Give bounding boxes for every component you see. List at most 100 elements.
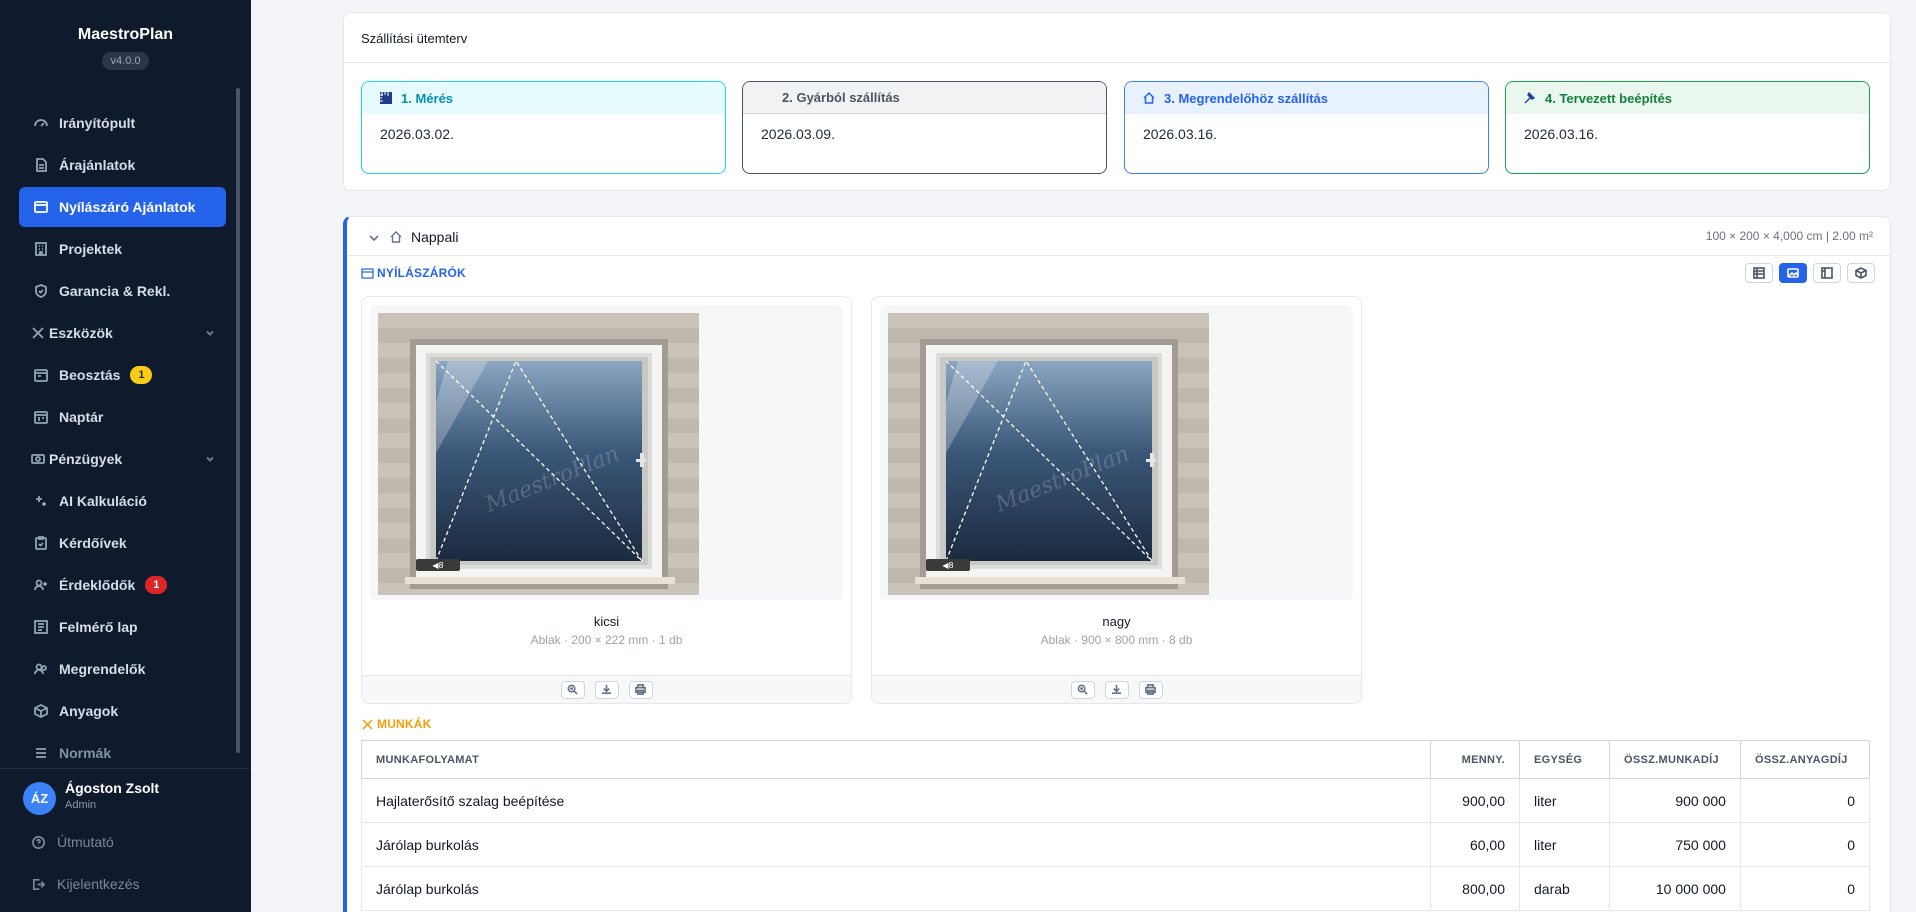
tools-icon: [362, 718, 373, 730]
ruler-icon: [380, 92, 392, 104]
window-meta: Ablak · 200 × 222 mm · 1 db: [530, 633, 683, 647]
sidebar-item-warranty[interactable]: Garancia & Rekl.: [19, 271, 226, 311]
table-row[interactable]: Hajlaterősítő szalag beépítése 900,00 li…: [360, 778, 1871, 823]
room-header[interactable]: Nappali 100 × 200 × 4,000 cm | 2.00 m²: [347, 217, 1890, 256]
sidebar-item-tools[interactable]: Eszközök: [19, 313, 226, 353]
window-icon: [32, 198, 50, 216]
column-header[interactable]: MUNKAFOLYAMAT: [360, 740, 1432, 779]
box-icon: [32, 702, 50, 720]
sidebar-item-survey-sheet[interactable]: Felmérő lap: [19, 607, 226, 647]
print-icon: [635, 684, 646, 695]
user-panel[interactable]: ÁZ Ágoston Zsolt Admin: [0, 768, 251, 815]
step-factory-shipping[interactable]: 2. Gyárból szállítás 2026.03.09.: [742, 81, 1107, 174]
window-image[interactable]: ◀8 MaestroPlan: [888, 313, 1209, 595]
sidebar-item-label: Eszközök: [49, 325, 113, 341]
window-actions: [362, 675, 851, 703]
table-icon: [1753, 267, 1765, 279]
step-header: 2. Gyárból szállítás: [743, 82, 1106, 114]
sidebar-item-label: Árajánlatok: [59, 157, 136, 173]
sidebar-item-dashboard[interactable]: Irányítópult: [19, 103, 226, 143]
cell-qty: 900,00: [1430, 778, 1520, 823]
windows-section-label: NYÍLÁSZÁRÓK: [361, 266, 466, 280]
chevron-down-icon[interactable]: [368, 232, 380, 244]
sidebar-item-norms[interactable]: Normák: [19, 733, 226, 773]
calendar-icon: [32, 408, 50, 426]
app-name: MaestroPlan: [77, 26, 174, 43]
cube-icon: [1855, 267, 1867, 279]
step-measurement[interactable]: 1. Mérés 2026.03.02.: [361, 81, 726, 174]
step-label: 1. Mérés: [401, 90, 454, 106]
sidebar-item-window-quotes[interactable]: Nyílászáró Ajánlatok: [19, 187, 226, 227]
works-label: MUNKÁK: [377, 717, 432, 731]
sidebar-item-label: Irányítópult: [59, 115, 136, 131]
sidebar-item-label: Érdeklődők: [59, 577, 136, 593]
schedule-title: Szállítási ütemterv: [361, 31, 468, 46]
window-icon: [361, 267, 374, 279]
column-header[interactable]: ÖSSZ.ANYAGDÍJ: [1739, 740, 1871, 779]
step-customer-delivery[interactable]: 3. Megrendelőhöz szállítás 2026.03.16.: [1124, 81, 1489, 174]
table-view-button[interactable]: [1745, 263, 1773, 283]
logout-icon: [32, 878, 46, 890]
step-label: 4. Tervezett beépítés: [1545, 90, 1672, 106]
step-planned-installation[interactable]: 4. Tervezett beépítés 2026.03.16.: [1505, 81, 1870, 174]
download-button[interactable]: [1104, 680, 1129, 699]
building-icon: [32, 240, 50, 258]
table-row[interactable]: Járólap burkolás 60,00 liter 750 000 0: [360, 822, 1871, 867]
sidebar-item-customers[interactable]: Megrendelők: [19, 649, 226, 689]
column-header[interactable]: EGYSÉG: [1519, 740, 1610, 779]
schedule-count-badge: 1: [130, 366, 153, 384]
column-header[interactable]: MENNY.: [1430, 740, 1520, 779]
window-name: nagy: [1102, 614, 1131, 629]
tools-icon: [29, 324, 47, 342]
zoom-in-icon: [1077, 684, 1088, 695]
plan-view-button[interactable]: [1813, 263, 1841, 283]
help-icon: [32, 835, 45, 849]
image-icon: [1787, 268, 1799, 278]
guide-link[interactable]: Útmutató: [31, 834, 114, 850]
works-table: MUNKAFOLYAMAT MENNY. EGYSÉG ÖSSZ.MUNKADÍ…: [360, 740, 1871, 911]
step-label: 2. Gyárból szállítás: [782, 90, 900, 105]
chevron-down-icon[interactable]: [204, 326, 216, 338]
money-icon: [29, 450, 47, 468]
factory-icon: [760, 91, 774, 105]
download-button[interactable]: [594, 680, 619, 699]
hammer-icon: [1524, 91, 1536, 104]
zoom-button[interactable]: [560, 680, 585, 699]
sidebar-item-schedule[interactable]: Beosztás 1: [19, 355, 226, 395]
schedule-icon: [32, 366, 50, 384]
chevron-down-icon[interactable]: [204, 452, 216, 464]
sidebar-item-materials[interactable]: Anyagok: [19, 691, 226, 731]
room-dimensions: 100 × 200 × 4,000 cm | 2.00 m²: [1705, 229, 1873, 243]
view-mode-toggle: [1745, 263, 1875, 283]
table-row[interactable]: Járólap burkolás 800,00 darab 10 000 000…: [360, 866, 1871, 911]
logout-link[interactable]: Kijelentkezés: [31, 876, 140, 892]
window-card[interactable]: ◀8 MaestroPlan kicsi Ablak · 200 × 222 m…: [361, 296, 852, 704]
sidebar-item-quotes[interactable]: Árajánlatok: [19, 145, 226, 185]
cell-labor-total: 900 000: [1608, 778, 1741, 823]
brand: MaestroPlan v4.0.0: [0, 0, 251, 70]
3d-view-button[interactable]: [1847, 263, 1875, 283]
zoom-button[interactable]: [1070, 680, 1095, 699]
avatar[interactable]: ÁZ: [23, 782, 56, 815]
print-button[interactable]: [1138, 680, 1163, 699]
sidebar-item-surveys[interactable]: Kérdőívek: [19, 523, 226, 563]
sidebar-item-leads[interactable]: Érdeklődők 1: [19, 565, 226, 605]
sidebar-item-label: Megrendelők: [59, 661, 146, 677]
column-header[interactable]: ÖSSZ.MUNKADÍJ: [1608, 740, 1741, 779]
user-name: Ágoston Zsolt: [65, 780, 160, 796]
image-view-button[interactable]: [1779, 263, 1807, 283]
sidebar-item-label: Felmérő lap: [59, 619, 138, 635]
sidebar-item-finance[interactable]: Pénzügyek: [19, 439, 226, 479]
print-button[interactable]: [628, 680, 653, 699]
window-image[interactable]: ◀8 MaestroPlan: [378, 313, 699, 595]
sidebar-item-calendar[interactable]: Naptár: [19, 397, 226, 437]
cell-material-total: 0: [1739, 822, 1871, 867]
cell-material-total: 0: [1739, 778, 1871, 823]
sidebar-item-projects[interactable]: Projektek: [19, 229, 226, 269]
step-label: 3. Megrendelőhöz szállítás: [1164, 90, 1328, 106]
window-card[interactable]: ◀8 MaestroPlan nagy Ablak · 900 × 800 mm…: [871, 296, 1362, 704]
cell-unit: liter: [1519, 822, 1610, 867]
sidebar-item-ai-calc[interactable]: AI Kalkuláció: [19, 481, 226, 521]
cell-qty: 60,00: [1430, 822, 1520, 867]
step-header: 4. Tervezett beépítés: [1506, 82, 1869, 114]
